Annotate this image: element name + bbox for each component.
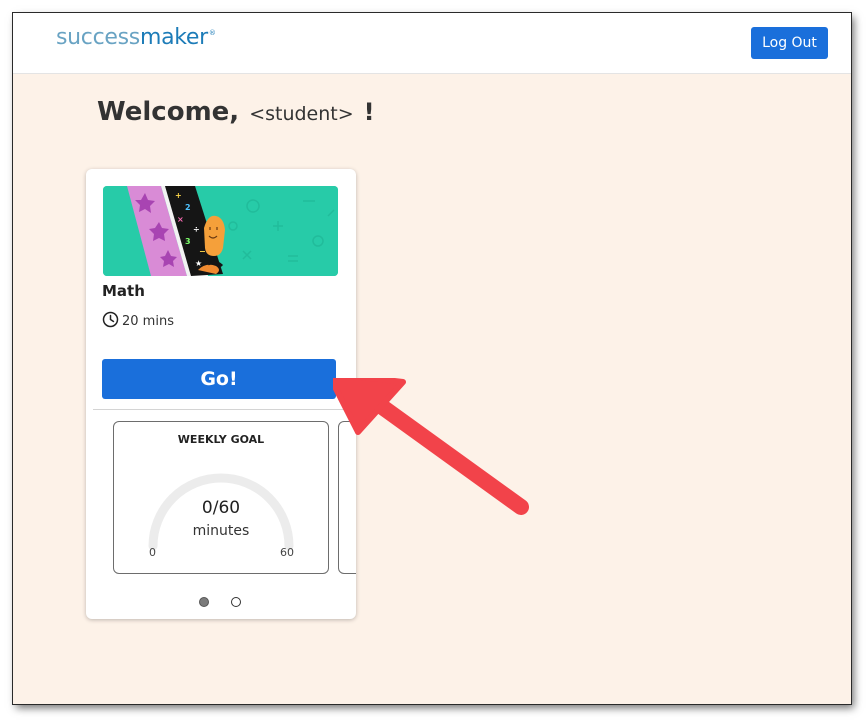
- welcome-punctuation: !: [363, 98, 375, 126]
- successmaker-logo: successmaker®: [56, 25, 216, 50]
- clock-icon: [102, 311, 122, 332]
- math-assignment-card: + 2 × ÷ 3 − ★ Math 20 mins Go! WEEKLY GO…: [86, 169, 356, 619]
- gauge-max-label: 60: [280, 546, 294, 559]
- card-divider: [93, 409, 356, 410]
- app-window: successmaker® Log Out Welcome, <student>…: [13, 13, 851, 704]
- carousel-dot-1[interactable]: [199, 597, 209, 607]
- top-bar: successmaker® Log Out: [13, 13, 851, 74]
- annotation-arrow: [333, 378, 529, 515]
- weekly-goal-title: WEEKLY GOAL: [177, 433, 265, 446]
- svg-text:×: ×: [177, 215, 184, 224]
- gauge-value: 0/60: [201, 498, 241, 518]
- subject-title: Math: [102, 282, 145, 300]
- svg-text:3: 3: [185, 237, 191, 246]
- go-button[interactable]: Go!: [102, 359, 336, 399]
- gauge-min-label: 0: [149, 546, 156, 559]
- svg-text:+: +: [175, 191, 182, 200]
- weekly-goal-panel: WEEKLY GOAL 0/60 minutes 0 60: [113, 421, 329, 574]
- student-name: <student>: [249, 103, 354, 125]
- log-out-button[interactable]: Log Out: [751, 27, 828, 59]
- carousel-dot-2[interactable]: [231, 597, 241, 607]
- svg-text:2: 2: [185, 203, 191, 212]
- svg-text:★: ★: [195, 259, 202, 268]
- gauge-unit: minutes: [192, 523, 250, 539]
- welcome-greeting: Welcome,: [97, 97, 240, 127]
- svg-text:÷: ÷: [193, 225, 200, 234]
- math-banner-illustration: + 2 × ÷ 3 − ★: [103, 186, 338, 276]
- session-duration: 20 mins: [102, 311, 174, 332]
- welcome-heading: Welcome, <student> !: [97, 97, 375, 127]
- duration-text: 20 mins: [122, 314, 174, 329]
- svg-text:−: −: [199, 247, 206, 256]
